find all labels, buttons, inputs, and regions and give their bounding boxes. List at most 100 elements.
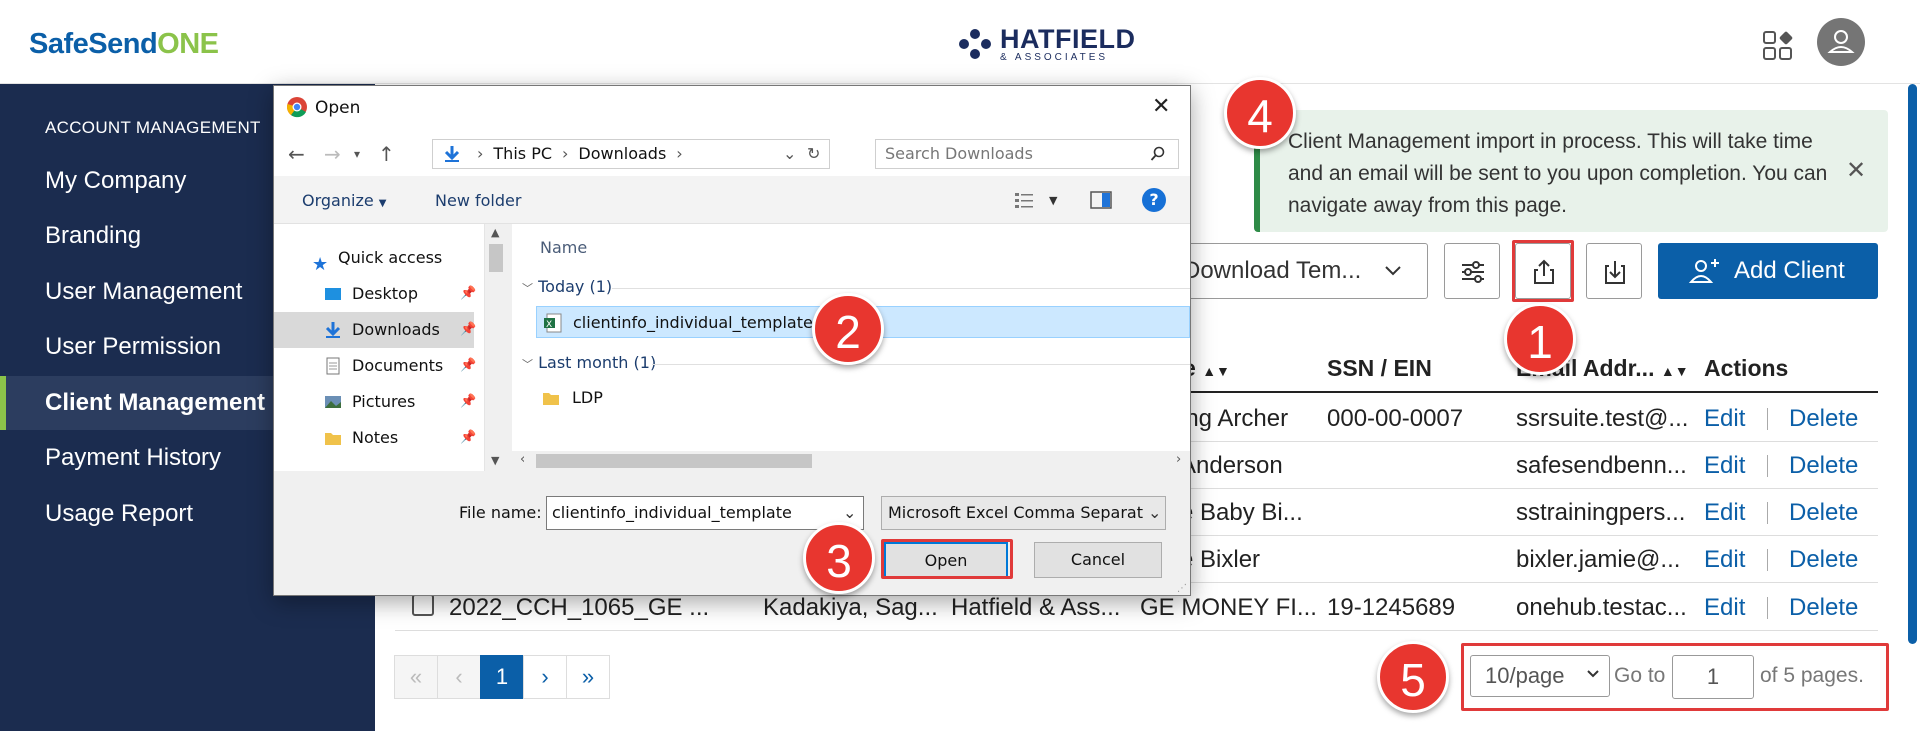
- scroll-thumb[interactable]: [536, 454, 812, 468]
- view-options-icon[interactable]: [1014, 190, 1036, 210]
- edit-link[interactable]: Edit: [1704, 452, 1745, 480]
- resize-grip-icon[interactable]: ⋰: [1177, 583, 1187, 594]
- file-type-select[interactable]: Microsoft Excel Comma Separat ⌄: [881, 496, 1166, 530]
- nav-quick-access[interactable]: ★ Quick access: [274, 240, 474, 276]
- chevron-down-icon: ⌄: [1144, 497, 1162, 529]
- file-name: LDP: [572, 388, 603, 407]
- prev-page-button[interactable]: ‹: [437, 655, 481, 699]
- cell-email: sstrainingpers...: [1516, 499, 1686, 526]
- file-row[interactable]: LDP: [536, 382, 1190, 414]
- add-user-icon: [1688, 259, 1719, 283]
- nav-label: Quick access: [338, 248, 443, 267]
- nav-notes[interactable]: Notes 📌: [274, 420, 476, 456]
- org-logo-mark-icon: [959, 29, 991, 59]
- file-type-value: Microsoft Excel Comma Separat: [888, 503, 1144, 522]
- scroll-right-icon[interactable]: ›: [1176, 452, 1181, 467]
- breadcrumb-separator-icon: ›: [676, 144, 683, 163]
- nav-desktop[interactable]: Desktop 📌: [274, 276, 476, 312]
- refresh-icon[interactable]: ↻: [807, 140, 820, 168]
- highlight-box-open: [881, 539, 1013, 579]
- action-separator: [1767, 455, 1768, 477]
- file-name-label: File name:: [459, 503, 542, 522]
- last-page-button[interactable]: »: [566, 655, 610, 699]
- group-last-month[interactable]: ﹀ Last month (1): [522, 353, 656, 372]
- pin-icon: 📌: [460, 394, 477, 409]
- sidebar-heading: ACCOUNT MANAGEMENT: [45, 118, 261, 137]
- filter-button[interactable]: [1444, 243, 1500, 299]
- cell-assignee: Kadakiya, Sag...: [763, 594, 938, 621]
- group-today[interactable]: ﹀ Today (1): [522, 277, 612, 296]
- search-downloads-input[interactable]: Search Downloads: [875, 139, 1179, 169]
- add-client-button[interactable]: Add Client: [1658, 243, 1878, 299]
- chevron-down-icon[interactable]: ⌄: [783, 140, 796, 168]
- delete-link[interactable]: Delete: [1789, 546, 1858, 574]
- highlight-box-upload: [1512, 240, 1574, 302]
- scroll-down-icon[interactable]: ▼: [491, 454, 499, 467]
- cancel-button[interactable]: Cancel: [1034, 542, 1162, 578]
- chevron-down-icon[interactable]: [1380, 258, 1406, 284]
- first-page-button[interactable]: «: [394, 655, 438, 699]
- forward-arrow-icon[interactable]: →: [324, 142, 341, 166]
- help-icon[interactable]: ?: [1142, 188, 1166, 212]
- search-icon: [1150, 146, 1165, 161]
- nav-downloads[interactable]: Downloads 📌: [274, 312, 476, 348]
- edit-link[interactable]: Edit: [1704, 546, 1745, 574]
- delete-link[interactable]: Delete: [1789, 452, 1858, 480]
- brand-logo[interactable]: SafeSendONE: [29, 28, 219, 61]
- scroll-thumb[interactable]: [489, 244, 503, 272]
- step-badge-1: 1: [1504, 303, 1576, 375]
- breadcrumb-separator-icon: ›: [562, 144, 569, 163]
- delete-link[interactable]: Delete: [1789, 499, 1858, 527]
- export-download-button[interactable]: [1586, 243, 1642, 299]
- chrome-icon: [287, 97, 307, 118]
- nav-label: Downloads: [352, 320, 440, 339]
- download-folder-icon: [444, 146, 460, 162]
- cell-name: ing Archer: [1180, 405, 1289, 432]
- user-avatar[interactable]: [1817, 18, 1865, 66]
- recent-locations-chevron-icon[interactable]: ▾: [354, 147, 360, 161]
- breadcrumb-downloads[interactable]: Downloads: [578, 144, 666, 163]
- cell-name: e Baby Bi...: [1180, 499, 1303, 526]
- next-page-button[interactable]: ›: [523, 655, 567, 699]
- preview-pane-icon[interactable]: [1090, 190, 1112, 210]
- edit-link[interactable]: Edit: [1704, 499, 1745, 527]
- cell-email: safesendbenn...: [1516, 452, 1687, 479]
- file-name-input[interactable]: clientinfo_individual_template ⌄: [546, 496, 864, 530]
- edit-link[interactable]: Edit: [1704, 594, 1745, 622]
- dialog-close-icon[interactable]: ✕: [1152, 94, 1170, 119]
- group-label: Today (1): [538, 277, 613, 296]
- back-arrow-icon[interactable]: ←: [288, 142, 305, 166]
- pictures-icon: [325, 396, 341, 408]
- up-arrow-icon[interactable]: ↑: [378, 142, 395, 166]
- step-badge-3: 3: [803, 522, 875, 594]
- nav-pictures[interactable]: Pictures 📌: [274, 384, 477, 420]
- delete-link[interactable]: Delete: [1789, 405, 1858, 433]
- step-badge-4: 4: [1224, 77, 1296, 149]
- column-header-name[interactable]: Name: [540, 238, 587, 257]
- new-folder-button[interactable]: New folder: [435, 191, 521, 210]
- apps-grid-icon[interactable]: [1762, 30, 1794, 62]
- toast-close-icon[interactable]: ✕: [1846, 156, 1866, 185]
- download-icon: [1605, 261, 1625, 284]
- navigation-pane: ★ Quick access Desktop 📌 Downloads 📌 Doc…: [274, 224, 506, 471]
- cell-ssn: 19-1245689: [1327, 594, 1456, 621]
- org-logo-name: HATFIELD: [1000, 24, 1136, 54]
- row-checkbox[interactable]: [412, 594, 434, 616]
- page-number-button[interactable]: 1: [480, 655, 524, 699]
- breadcrumb-this-pc[interactable]: This PC: [493, 144, 552, 163]
- page-scrollbar[interactable]: [1908, 84, 1917, 644]
- file-list-hscrollbar[interactable]: ‹ ›: [512, 451, 1190, 471]
- scroll-left-icon[interactable]: ‹: [520, 452, 525, 467]
- address-bar[interactable]: › This PC › Downloads › ⌄ ↻: [432, 139, 830, 169]
- nav-label: Notes: [352, 428, 399, 447]
- delete-link[interactable]: Delete: [1789, 594, 1858, 622]
- chevron-down-icon[interactable]: ▼: [1049, 194, 1057, 207]
- organize-menu[interactable]: Organize ▼: [302, 191, 386, 210]
- nav-documents[interactable]: Documents 📌: [274, 348, 476, 384]
- cell-office: Hatfield & Ass...: [951, 594, 1121, 621]
- scroll-up-icon[interactable]: ▲: [491, 226, 499, 239]
- edit-link[interactable]: Edit: [1704, 405, 1745, 433]
- sort-icon: ▲▼: [1202, 363, 1230, 379]
- chevron-down-icon: ﹀: [522, 358, 533, 371]
- navigation-scrollbar[interactable]: ▲ ▼: [484, 224, 506, 471]
